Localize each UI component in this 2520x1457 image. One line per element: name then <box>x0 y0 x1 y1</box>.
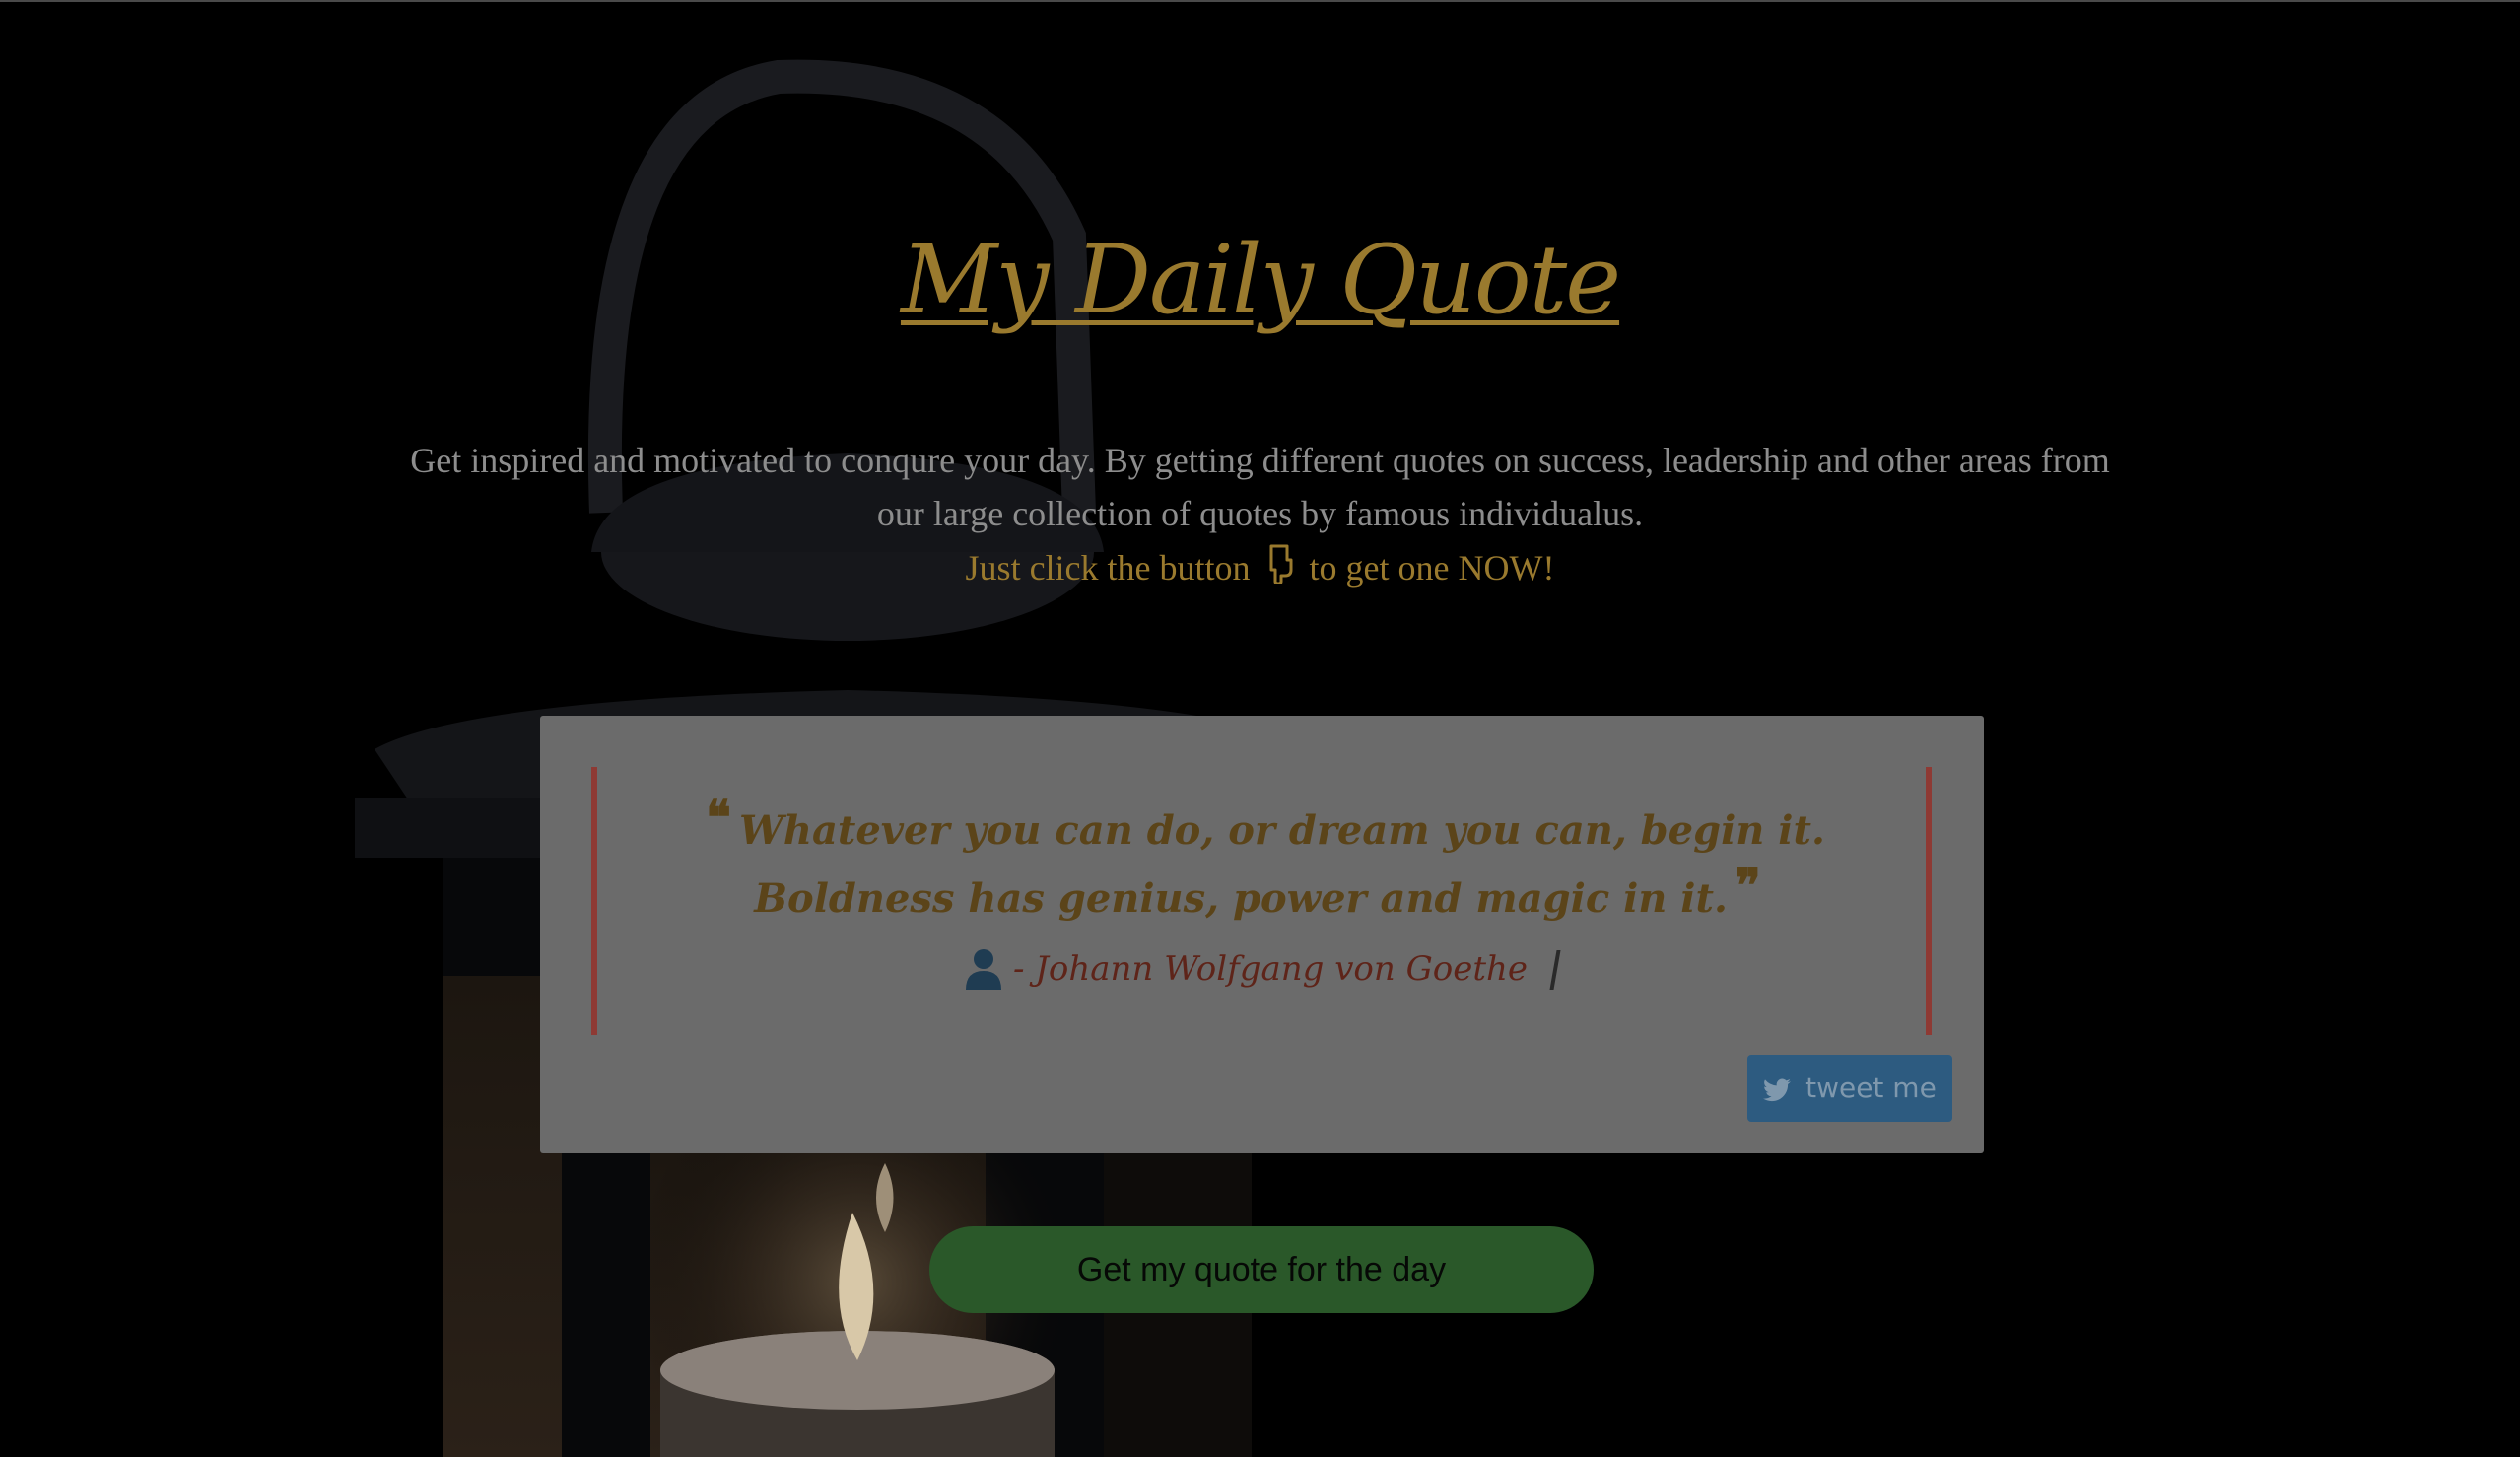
get-quote-button[interactable]: Get my quote for the day <box>929 1226 1594 1313</box>
cta-text-after: to get one NOW! <box>1309 548 1555 588</box>
text-cursor <box>1549 950 1561 990</box>
user-icon <box>965 949 1001 990</box>
quote-card: ❝ Whatever you can do, or dream you can, … <box>540 716 1984 1153</box>
call-to-action: Just click the button to get one NOW! <box>0 541 2520 594</box>
author-row: - Johann Wolfgang von Goethe <box>597 948 1926 1004</box>
quote-text-container: ❝ Whatever you can do, or dream you can, … <box>656 791 1867 927</box>
pointing-down-hand-icon <box>1269 544 1293 586</box>
tweet-button-label: tweet me <box>1805 1072 1937 1104</box>
close-quote-icon: ❞ <box>1735 859 1761 914</box>
page-title: My Daily Quote <box>900 225 1621 335</box>
tweet-button[interactable]: tweet me <box>1747 1055 1952 1122</box>
quote-block: ❝ Whatever you can do, or dream you can, … <box>591 767 1932 1035</box>
cta-text-before: Just click the button <box>965 548 1251 588</box>
intro-text: Get inspired and motivated to conqure yo… <box>410 441 2110 533</box>
open-quote-icon: ❝ <box>706 791 731 846</box>
quote-author: - Johann Wolfgang von Goethe <box>1012 949 1529 989</box>
twitter-bird-icon <box>1763 1078 1792 1102</box>
quote-text: Whatever you can do, or dream you can, b… <box>738 807 1825 922</box>
